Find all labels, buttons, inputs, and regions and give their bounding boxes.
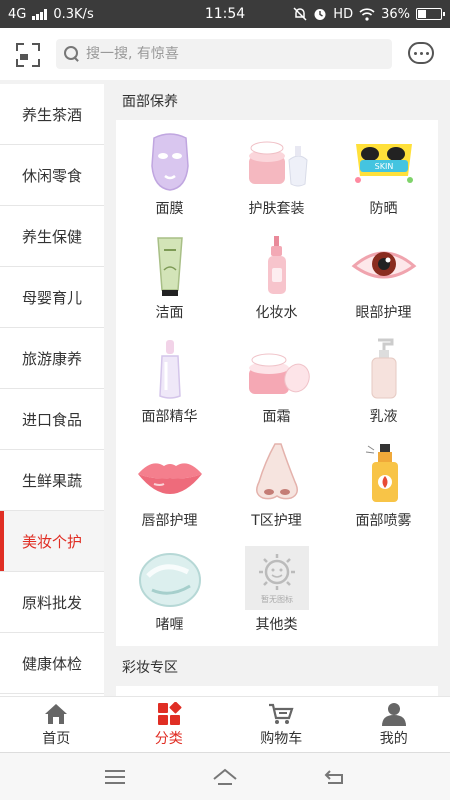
toner-bottle-icon	[267, 236, 286, 294]
nav-label: 购物车	[260, 730, 303, 747]
category-item[interactable]: 暂无图标 其他类	[223, 542, 330, 646]
alarm-icon	[314, 9, 326, 20]
lotion-pump-icon	[371, 338, 396, 399]
face-care-card: 面膜 护肤套装 SKIN 防晒 洁面 化妆水 眼部护理 面部精华 面霜 乳液 唇…	[116, 120, 438, 646]
top-header	[0, 28, 450, 80]
category-label: 乳液	[369, 409, 398, 425]
bottom-nav: 首页 分类 购物车 我的	[0, 696, 450, 752]
svg-text:SKIN: SKIN	[374, 162, 393, 171]
category-label: 面部喷雾	[355, 513, 412, 529]
sidebar-item-baby[interactable]: 母婴育儿	[0, 267, 104, 328]
scan-icon[interactable]	[16, 43, 40, 67]
category-item[interactable]: 面霜	[223, 334, 330, 438]
category-label: 护肤套装	[248, 201, 305, 217]
sidebar-item-beauty[interactable]: 美妆个护	[0, 511, 104, 572]
category-item[interactable]: T区护理	[223, 438, 330, 542]
face-mask-icon	[150, 133, 189, 191]
category-item[interactable]: SKIN 防晒	[330, 126, 437, 230]
hd-badge: HD	[333, 6, 354, 22]
gel-swatch-icon	[138, 553, 201, 607]
placeholder-icon: 暂无图标	[244, 546, 309, 610]
category-item[interactable]: 面部喷雾	[330, 438, 437, 542]
sidebar-item-snacks[interactable]: 休闲零食	[0, 145, 104, 206]
serum-bottle-icon	[158, 340, 181, 399]
cream-jar-icon	[248, 353, 310, 394]
nav-label: 首页	[42, 730, 71, 747]
spray-bottle-icon	[365, 444, 398, 502]
mute-icon	[293, 7, 307, 21]
home-icon	[45, 703, 68, 724]
category-label: 面部精华	[141, 409, 198, 425]
sidebar-item-checkup[interactable]: 健康体检	[0, 633, 104, 694]
category-item[interactable]: 乳液	[330, 334, 437, 438]
category-label: 其他类	[255, 617, 298, 633]
category-label: 防晒	[369, 201, 398, 217]
nav-cart[interactable]: 购物车	[225, 697, 338, 752]
category-label: 面膜	[155, 201, 184, 217]
menu-icon[interactable]	[102, 767, 128, 787]
skincare-set-icon	[248, 141, 308, 187]
status-bar: 4G 0.3K/s 11:54 HD 36%	[0, 0, 450, 28]
home-key-icon[interactable]	[212, 767, 238, 787]
category-label: 唇部护理	[141, 513, 198, 529]
category-label: 啫喱	[155, 617, 184, 633]
sidebar-item-imported-food[interactable]: 进口食品	[0, 389, 104, 450]
cart-icon	[269, 703, 294, 724]
category-item[interactable]: 面部精华	[116, 334, 223, 438]
section-title-makeup: 彩妆专区	[122, 660, 178, 676]
search-input[interactable]	[86, 46, 376, 62]
search-bar[interactable]	[56, 39, 392, 69]
category-item[interactable]: 面膜	[116, 126, 223, 230]
eye-icon	[351, 251, 416, 279]
makeup-item-partial[interactable]	[116, 686, 223, 696]
battery-icon	[416, 8, 445, 20]
placeholder-icon-text: 暂无图标	[261, 594, 293, 604]
sidebar-item-health-care[interactable]: 养生保健	[0, 206, 104, 267]
category-label: 面霜	[262, 409, 291, 425]
category-content: 面部保养 面膜 护肤套装 SKIN 防晒 洁面 化妆水 眼部护理 面部精华 面霜…	[104, 84, 450, 696]
category-item[interactable]: 洁面	[116, 230, 223, 334]
search-icon	[64, 46, 80, 62]
category-item[interactable]: 护肤套装	[223, 126, 330, 230]
system-nav-bar	[0, 752, 450, 800]
nav-category[interactable]: 分类	[113, 697, 226, 752]
sidebar-item-travel[interactable]: 旅游康养	[0, 328, 104, 389]
makeup-item-partial[interactable]	[330, 686, 437, 696]
lips-icon	[137, 463, 202, 494]
makeup-card	[116, 686, 438, 696]
nav-label: 分类	[154, 730, 183, 747]
category-sidebar: 养生茶酒 休闲零食 养生保健 母婴育儿 旅游康养 进口食品 生鲜果蔬 美妆个护 …	[0, 84, 104, 696]
category-item[interactable]: 唇部护理	[116, 438, 223, 542]
category-item[interactable]: 啫喱	[116, 542, 223, 646]
category-item[interactable]: 眼部护理	[330, 230, 437, 334]
nav-home[interactable]: 首页	[0, 697, 113, 752]
category-label: 洁面	[155, 305, 184, 321]
user-icon	[381, 702, 406, 726]
category-label: 化妆水	[255, 305, 298, 321]
wifi-icon	[359, 7, 375, 21]
message-icon[interactable]	[408, 42, 434, 64]
nav-label: 我的	[379, 730, 408, 747]
category-label: T区护理	[251, 513, 302, 529]
status-right: HD 36%	[293, 6, 445, 22]
sidebar-item-fresh-produce[interactable]: 生鲜果蔬	[0, 450, 104, 511]
back-icon[interactable]	[322, 767, 348, 787]
sunscreen-icon: SKIN	[354, 144, 413, 183]
cleanser-tube-icon	[156, 237, 183, 296]
makeup-item-partial[interactable]	[223, 686, 330, 696]
battery-percent: 36%	[381, 6, 410, 22]
sidebar-item-tea-wine[interactable]: 养生茶酒	[0, 84, 104, 145]
section-title-face-care: 面部保养	[122, 94, 178, 110]
nose-icon	[255, 443, 298, 500]
nav-mine[interactable]: 我的	[338, 697, 450, 752]
category-icon	[157, 701, 182, 725]
category-label: 眼部护理	[355, 305, 412, 321]
category-item[interactable]: 化妆水	[223, 230, 330, 334]
sidebar-item-wholesale[interactable]: 原料批发	[0, 572, 104, 633]
